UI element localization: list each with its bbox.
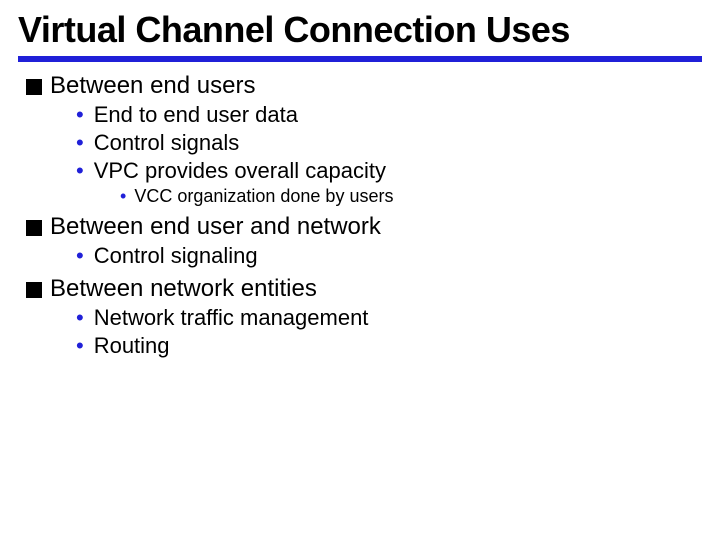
title-underline — [18, 56, 702, 62]
section-heading-text: Between end users — [50, 72, 255, 100]
square-bullet-icon — [26, 220, 42, 236]
dot-bullet-icon: • — [76, 160, 84, 182]
square-bullet-icon — [26, 79, 42, 95]
dot-bullet-icon: • — [120, 187, 126, 205]
slide: Virtual Channel Connection Uses Between … — [0, 0, 720, 371]
list-item-text: Control signals — [94, 130, 240, 156]
list-item: • Control signals — [76, 130, 702, 156]
list-item: • End to end user data — [76, 102, 702, 128]
dot-bullet-icon: • — [76, 307, 84, 329]
slide-title: Virtual Channel Connection Uses — [18, 10, 702, 50]
dot-bullet-icon: • — [76, 245, 84, 267]
list-item: • Network traffic management — [76, 305, 702, 331]
sub-list-item-text: VCC organization done by users — [134, 186, 393, 207]
list-item-text: End to end user data — [94, 102, 298, 128]
section-heading: Between network entities — [26, 275, 702, 303]
list-item-text: Network traffic management — [94, 305, 369, 331]
section-heading-text: Between network entities — [50, 275, 317, 303]
list-item: • Routing — [76, 333, 702, 359]
list-item: • Control signaling — [76, 243, 702, 269]
section-heading-text: Between end user and network — [50, 213, 381, 241]
section-heading: Between end users — [26, 72, 702, 100]
dot-bullet-icon: • — [76, 335, 84, 357]
list-item-text: Routing — [94, 333, 170, 359]
dot-bullet-icon: • — [76, 104, 84, 126]
dot-bullet-icon: • — [76, 132, 84, 154]
list-item-text: Control signaling — [94, 243, 258, 269]
section-heading: Between end user and network — [26, 213, 702, 241]
sub-list-item: • VCC organization done by users — [120, 186, 702, 207]
list-item-text: VPC provides overall capacity — [94, 158, 386, 184]
square-bullet-icon — [26, 282, 42, 298]
list-item: • VPC provides overall capacity — [76, 158, 702, 184]
